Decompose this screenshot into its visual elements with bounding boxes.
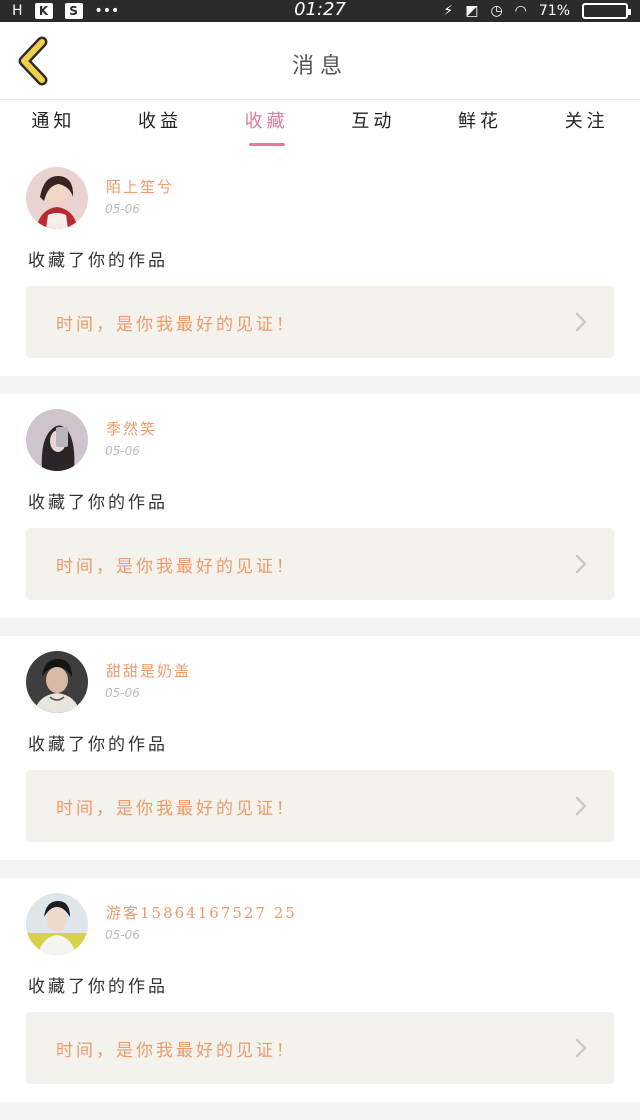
top-nav-bar: 消息: [0, 22, 640, 100]
username[interactable]: 陌上笙兮: [106, 176, 174, 197]
status-right: ⚡ ◩ ◷ ◠ 71%: [443, 0, 631, 22]
alarm-icon: ◷: [490, 3, 503, 19]
page-title: 消息: [291, 54, 348, 79]
work-link[interactable]: 时间，是你我最好的见证！: [26, 1012, 614, 1084]
battery-percent: 71%: [538, 3, 570, 19]
work-title: 时间，是你我最好的见证！: [56, 557, 296, 577]
work-link[interactable]: 时间，是你我最好的见证！: [26, 528, 614, 600]
message-card: 季然笑 05-06 收藏了你的作品 时间，是你我最好的见证！: [0, 394, 640, 618]
message-card: 陌上笙兮 05-06 收藏了你的作品 时间，是你我最好的见证！: [0, 152, 640, 376]
tab-interactions[interactable]: 互动: [320, 100, 427, 152]
action-text: 收藏了你的作品: [28, 251, 168, 271]
work-link[interactable]: 时间，是你我最好的见证！: [26, 770, 614, 842]
chevron-right-icon: [575, 554, 587, 574]
tab-favorites[interactable]: 收藏: [213, 100, 320, 152]
username[interactable]: 甜甜是奶盖: [106, 660, 191, 681]
avatar[interactable]: [26, 167, 88, 229]
action-text: 收藏了你的作品: [28, 493, 168, 513]
tab-flowers[interactable]: 鲜花: [427, 100, 534, 152]
charging-icon: ⚡: [443, 3, 454, 19]
message-card: 游客15864167527 25 05-06 收藏了你的作品 时间，是你我最好的…: [0, 878, 640, 1102]
timestamp: 05-06: [105, 928, 140, 942]
work-title: 时间，是你我最好的见证！: [56, 315, 296, 335]
chevron-right-icon: [575, 1038, 587, 1058]
avatar[interactable]: [26, 651, 88, 713]
work-title: 时间，是你我最好的见证！: [56, 1041, 296, 1061]
battery-icon: [582, 3, 631, 19]
chevron-right-icon: [575, 796, 587, 816]
tab-follows[interactable]: 关注: [533, 100, 640, 152]
tab-bar: 通知 收益 收藏 互动 鲜花 关注: [0, 100, 640, 152]
username[interactable]: 游客15864167527 25: [106, 902, 297, 923]
message-card: 甜甜是奶盖 05-06 收藏了你的作品 时间，是你我最好的见证！: [0, 636, 640, 860]
timestamp: 05-06: [105, 686, 140, 700]
avatar[interactable]: [26, 893, 88, 955]
username[interactable]: 季然笑: [106, 418, 157, 439]
chevron-right-icon: [575, 312, 587, 332]
timestamp: 05-06: [105, 444, 140, 458]
tab-earnings[interactable]: 收益: [107, 100, 214, 152]
tab-notifications[interactable]: 通知: [0, 100, 107, 152]
wifi-icon: ◠: [514, 3, 527, 19]
work-link[interactable]: 时间，是你我最好的见证！: [26, 286, 614, 358]
message-list: 陌上笙兮 05-06 收藏了你的作品 时间，是你我最好的见证！ 季然笑 05-0…: [0, 152, 640, 1120]
status-bar: H K S ••• 01:27 ⚡ ◩ ◷ ◠ 71%: [0, 0, 640, 22]
action-text: 收藏了你的作品: [28, 735, 168, 755]
work-title: 时间，是你我最好的见证！: [56, 799, 296, 819]
no-sim-icon: ◩: [465, 3, 479, 19]
timestamp: 05-06: [105, 202, 140, 216]
action-text: 收藏了你的作品: [28, 977, 168, 997]
avatar[interactable]: [26, 409, 88, 471]
